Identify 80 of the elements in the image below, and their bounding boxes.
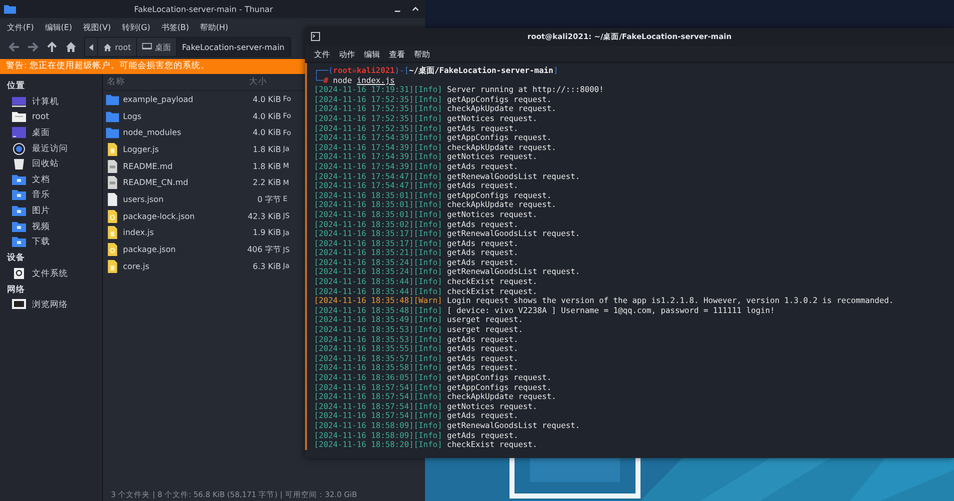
sidebar-item[interactable]: 音乐 — [0, 188, 50, 204]
window-title: FakeLocation-server-main - Thunar — [133, 4, 274, 14]
menu-item[interactable]: 查看 — [389, 48, 405, 60]
path-crumb[interactable]: root — [98, 38, 138, 56]
text-file-icon — [106, 176, 119, 190]
file-size: 4.0 KiB — [252, 128, 281, 138]
blank-file-icon — [106, 192, 119, 206]
folder-icon — [12, 236, 26, 248]
monitor-icon — [142, 43, 152, 51]
sidebar-item[interactable]: 图片 — [0, 203, 50, 219]
desktop-icon — [12, 126, 26, 139]
file-size: 0 字节 — [256, 194, 281, 205]
folder-icon — [106, 92, 119, 106]
file-size: 1.8 KiB — [252, 162, 281, 171]
folder-icon — [12, 220, 26, 233]
script-file-icon — [106, 226, 119, 240]
sidebar-item[interactable]: 下载 — [0, 234, 50, 250]
sidebar-item[interactable]: 回收站 — [0, 156, 59, 172]
file-size: 4.0 KiB — [252, 94, 281, 104]
text-file-icon — [106, 160, 119, 173]
sidebar-heading: 网络 — [6, 284, 25, 297]
folder-icon — [12, 189, 26, 202]
menu-item[interactable]: 帮助(H) — [200, 22, 228, 32]
menu-item[interactable]: 视图(V) — [83, 22, 111, 32]
menu-item[interactable]: 书签(B) — [161, 22, 190, 32]
home-icon — [103, 42, 112, 52]
file-name[interactable]: README_CN.md — [123, 178, 241, 188]
folder-icon — [4, 4, 16, 14]
sidebar-item[interactable]: 文档 — [0, 172, 50, 188]
network-icon — [12, 299, 26, 312]
file-size: 1.8 KiB — [252, 144, 281, 154]
menu-item[interactable]: 编辑(E) — [44, 22, 72, 32]
monitor-icon — [12, 96, 26, 108]
file-name[interactable]: users.json — [123, 194, 241, 204]
file-name[interactable]: node_modules — [123, 128, 241, 138]
file-name[interactable]: example_payload — [123, 94, 241, 104]
file-size: 2.2 KiB — [252, 178, 281, 188]
file-size: 1.9 KiB — [252, 228, 281, 238]
home-icon — [12, 111, 26, 124]
sidebar-item[interactable]: 最近访问 — [0, 140, 68, 156]
menu-item[interactable]: 编辑 — [364, 48, 380, 60]
menu-item[interactable]: 文件(F) — [7, 22, 34, 32]
sidebar-heading: 设备 — [6, 252, 25, 265]
script-file-icon — [106, 260, 119, 273]
folder-icon — [12, 204, 26, 217]
drive-icon — [12, 268, 26, 280]
file-name[interactable]: core.js — [123, 262, 241, 271]
script-file-icon — [106, 142, 119, 156]
file-name[interactable]: package.json — [123, 245, 241, 254]
maximize-icon — [410, 4, 420, 14]
sidebar-item[interactable]: 视频 — [0, 218, 50, 234]
folder-icon — [106, 110, 119, 123]
sidebar-heading: 位置 — [6, 80, 25, 93]
menu-item[interactable]: 帮助 — [414, 48, 430, 60]
path-crumb[interactable]: FakeLocation-server-main — [177, 38, 290, 56]
file-name[interactable]: README.md — [123, 162, 241, 171]
file-size: 406 字节 — [246, 244, 281, 256]
file-size: 6.3 KiB — [252, 262, 281, 271]
sidebar-item[interactable]: 文件系统 — [0, 266, 68, 282]
json-file-icon — [106, 210, 119, 223]
folder-icon — [106, 126, 119, 140]
file-name[interactable]: Logger.js — [123, 144, 241, 154]
menu-item[interactable]: 转到(G) — [122, 22, 150, 32]
caret-icon — [88, 44, 94, 50]
menu-item[interactable]: 动作 — [339, 48, 355, 60]
menu-item[interactable]: 文件 — [314, 48, 330, 60]
sidebar-item[interactable]: 桌面 — [0, 125, 50, 141]
trash-icon — [12, 158, 26, 170]
file-name[interactable]: Logs — [123, 112, 241, 121]
sidebar-item[interactable]: 计算机 — [0, 94, 59, 110]
sidebar-item[interactable]: root — [0, 110, 50, 126]
clock-icon — [12, 142, 26, 155]
folder-icon — [12, 174, 26, 186]
file-size: 42.3 KiB — [246, 212, 281, 221]
file-size: 4.0 KiB — [252, 112, 281, 121]
json-file-icon — [106, 243, 119, 256]
file-name[interactable]: index.js — [123, 228, 241, 238]
file-name[interactable]: package-lock.json — [123, 212, 241, 221]
terminal-icon — [311, 32, 320, 41]
sidebar-item[interactable]: 浏览网络 — [0, 298, 68, 314]
